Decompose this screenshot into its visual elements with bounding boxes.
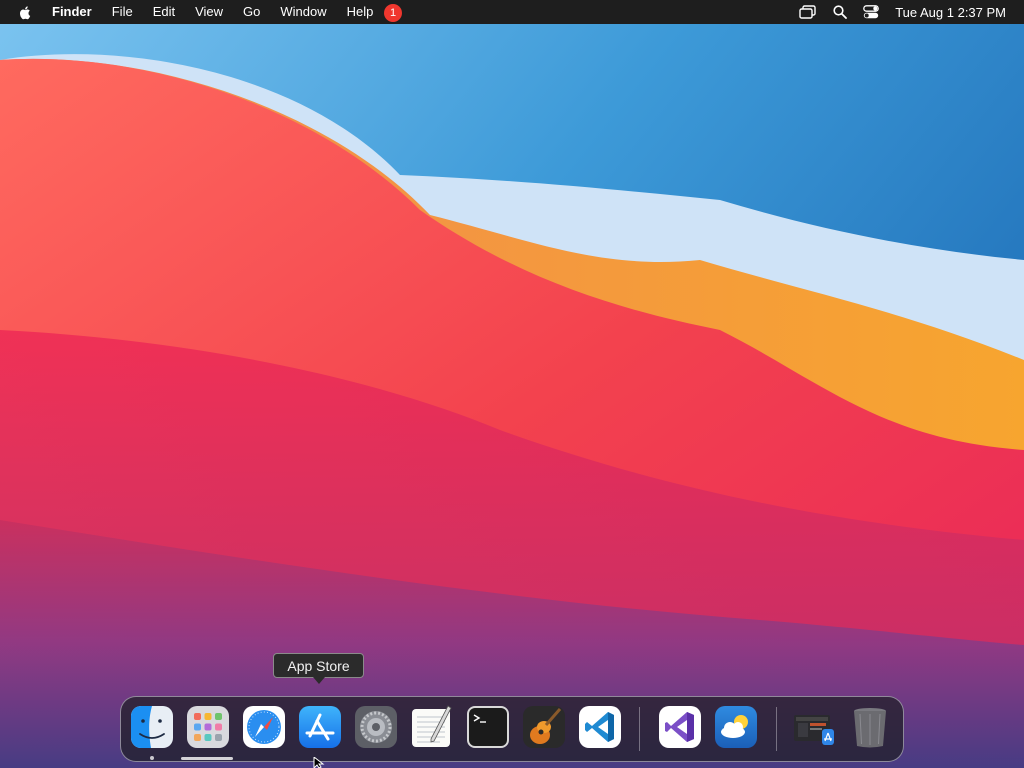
menu-go[interactable]: Go	[243, 0, 260, 24]
notification-badge: 1	[384, 4, 402, 22]
dock-item-garageband[interactable]	[522, 705, 566, 749]
app-store-icon	[299, 706, 341, 748]
menu-window[interactable]: Window	[280, 0, 326, 24]
dock	[120, 696, 904, 762]
menu-help[interactable]: Help	[347, 0, 374, 24]
dock-separator	[639, 707, 640, 751]
menu-bar: Finder File Edit View Go Window Help Tue…	[0, 0, 1024, 24]
system-preferences-icon	[355, 706, 397, 748]
drag-indicator	[181, 757, 233, 760]
terminal-icon	[467, 706, 509, 748]
apple-icon[interactable]	[18, 4, 34, 20]
dock-item-trash[interactable]	[848, 705, 892, 749]
screen-mirroring-icon[interactable]	[799, 5, 817, 19]
menu-bar-clock[interactable]: Tue Aug 1 2:37 PM	[895, 5, 1006, 20]
downloads-stack-icon	[794, 715, 834, 745]
desktop-wallpaper	[0, 0, 1024, 768]
menu-app-name[interactable]: Finder	[52, 0, 92, 24]
desktop[interactable]: Finder File Edit View Go Window Help Tue…	[0, 0, 1024, 768]
trash-icon	[854, 708, 886, 748]
dock-item-vscode[interactable]	[578, 705, 622, 749]
safari-icon	[243, 706, 285, 748]
menu-file[interactable]: File	[112, 0, 133, 24]
dock-separator	[776, 707, 777, 751]
dock-item-finder[interactable]	[130, 705, 174, 749]
menu-view[interactable]: View	[195, 0, 223, 24]
menu-edit[interactable]: Edit	[153, 0, 175, 24]
textedit-icon	[412, 705, 452, 747]
dock-item-launchpad[interactable]	[186, 705, 230, 749]
control-center-icon[interactable]	[863, 5, 880, 19]
dock-item-system-preferences[interactable]	[354, 705, 398, 749]
dock-item-safari[interactable]	[242, 705, 286, 749]
weather-icon	[715, 706, 757, 748]
search-icon[interactable]	[833, 5, 848, 19]
dock-item-visual-studio[interactable]	[658, 705, 702, 749]
finder-icon	[131, 706, 173, 748]
running-indicator	[150, 756, 154, 760]
mouse-cursor-icon	[313, 757, 325, 768]
dock-item-weather[interactable]	[714, 705, 758, 749]
dock-item-terminal[interactable]	[466, 705, 510, 749]
menu-bar-status-area: Tue Aug 1 2:37 PM	[783, 0, 1006, 24]
dock-item-textedit[interactable]	[410, 705, 454, 749]
dock-item-app-store[interactable]	[298, 705, 342, 749]
dock-tooltip-arrow	[313, 677, 325, 684]
launchpad-icon	[187, 706, 229, 748]
dock-item-downloads-stack[interactable]	[792, 705, 836, 749]
garageband-icon	[523, 706, 565, 748]
visual-studio-icon	[659, 706, 701, 748]
dock-tooltip: App Store	[273, 653, 364, 678]
vscode-icon	[579, 706, 621, 748]
